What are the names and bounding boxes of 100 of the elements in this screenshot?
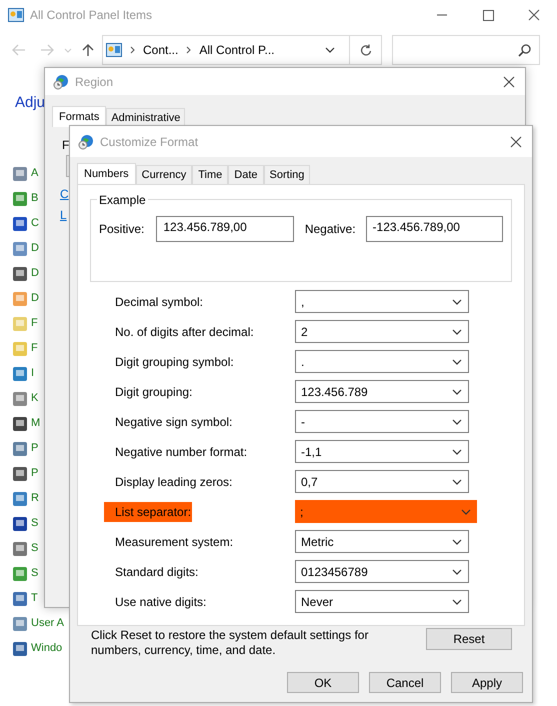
applet-link[interactable]: I — [31, 365, 34, 382]
positive-example-field: 123.456.789,00 — [156, 216, 294, 242]
applet-icon — [12, 466, 28, 482]
applet-icon — [12, 590, 28, 606]
dialog-button[interactable]: Cancel — [369, 672, 441, 693]
dropdown[interactable]: -1,1 — [295, 440, 469, 463]
dialog-button[interactable]: OK — [287, 672, 359, 693]
tab[interactable]: Currency — [136, 165, 192, 184]
dropdown[interactable]: 0123456789 — [295, 560, 469, 583]
applet-link[interactable]: S — [31, 515, 38, 532]
applet-link[interactable]: F — [31, 340, 38, 357]
applet-link[interactable]: D — [31, 290, 39, 307]
applet-link[interactable]: F — [31, 315, 38, 332]
dropdown[interactable]: 0,7 — [295, 470, 469, 493]
applet-icon — [12, 166, 28, 182]
dropdown[interactable]: - — [295, 410, 469, 433]
negative-example-field: -123.456.789,00 — [366, 216, 503, 242]
globe-icon — [78, 134, 94, 150]
applet-icon — [12, 440, 28, 456]
control-panel-icon — [106, 43, 122, 57]
applet-link[interactable]: M — [31, 415, 40, 432]
applet-icon — [12, 516, 28, 532]
applet-icon — [12, 640, 28, 656]
applet-icon — [12, 340, 28, 356]
setting-label: Decimal symbol: — [115, 294, 204, 310]
setting-label: Digit grouping symbol: — [115, 354, 235, 370]
address-dropdown-icon — [325, 47, 335, 53]
tab[interactable]: Sorting — [264, 165, 310, 184]
control-panel-icon — [8, 8, 24, 22]
applet-icon — [12, 216, 28, 232]
dialog-button[interactable]: Apply — [451, 672, 523, 693]
setting-label: List separator: — [104, 502, 192, 522]
dropdown[interactable]: . — [295, 350, 469, 373]
setting-label: Negative sign symbol: — [115, 414, 234, 430]
applet-link[interactable]: Windo — [31, 640, 62, 657]
applet-link[interactable]: User A — [31, 615, 64, 632]
applet-icon — [12, 316, 28, 332]
setting-label: Use native digits: — [115, 594, 208, 610]
applet-icon — [12, 290, 28, 306]
dialog-title: Customize Format — [100, 134, 198, 150]
applet-icon — [12, 540, 28, 556]
close-icon[interactable] — [510, 136, 522, 148]
dropdown[interactable]: , — [295, 290, 469, 313]
applet-link[interactable]: D — [31, 240, 39, 257]
breadcrumb[interactable]: All Control P... — [199, 41, 275, 59]
applet-link[interactable]: C — [31, 215, 39, 232]
applet-link[interactable]: S — [31, 565, 38, 582]
tab[interactable]: Time — [192, 165, 228, 184]
window-title: All Control Panel Items — [30, 7, 152, 24]
field-label: F — [62, 137, 70, 154]
applet-link[interactable]: A — [31, 165, 38, 182]
applet-icon — [12, 566, 28, 582]
breadcrumb-separator-icon — [186, 46, 192, 54]
setting-label: No. of digits after decimal: — [115, 324, 255, 340]
address-bar[interactable]: Cont... All Control P... — [102, 35, 382, 65]
applet-link[interactable]: D — [31, 265, 39, 282]
setting-label: Measurement system: — [115, 534, 234, 550]
close-icon[interactable] — [503, 76, 515, 88]
applet-icon — [12, 266, 28, 282]
dropdown[interactable]: 2 — [295, 320, 469, 343]
applet-icon — [12, 240, 28, 256]
tab[interactable]: Date — [228, 165, 264, 184]
page-heading: Adju — [15, 93, 46, 113]
field-label: Positive: — [99, 221, 144, 238]
reset-button[interactable]: Reset — [426, 628, 512, 650]
search-icon — [518, 44, 531, 56]
applet-link[interactable]: S — [31, 540, 38, 557]
tab[interactable]: Numbers — [77, 163, 136, 184]
setting-label: Negative number format: — [115, 444, 248, 460]
applet-icon — [12, 366, 28, 382]
applet-link[interactable]: T — [31, 590, 38, 607]
applet-link[interactable]: B — [31, 190, 38, 207]
applet-link[interactable]: K — [31, 390, 38, 407]
settings-link[interactable]: L — [60, 206, 69, 224]
dropdown[interactable]: 123.456.789 — [295, 380, 469, 403]
applet-icon — [12, 490, 28, 506]
reset-note: Click Reset to restore the system default settings for numbers, currency, time, and date. — [91, 628, 370, 658]
applet-icon — [12, 390, 28, 406]
applet-link[interactable]: R — [31, 490, 39, 507]
setting-label: Standard digits: — [115, 564, 200, 580]
globe-icon — [53, 74, 69, 90]
tab[interactable]: Formats — [52, 106, 106, 127]
applet-icon — [12, 190, 28, 206]
applet-icon — [12, 616, 28, 632]
setting-label: Display leading zeros: — [115, 474, 234, 490]
applet-link[interactable]: P — [31, 465, 38, 482]
settings-link[interactable]: C — [60, 185, 69, 203]
setting-label: Digit grouping: — [115, 384, 194, 400]
applet-link[interactable]: P — [31, 440, 38, 457]
dropdown[interactable]: ; — [295, 500, 477, 523]
breadcrumb[interactable]: Cont... — [143, 41, 178, 59]
dialog-title: Region — [75, 74, 114, 90]
search-field[interactable] — [392, 35, 540, 65]
dropdown[interactable]: Never — [295, 590, 469, 613]
field-label: Negative: — [304, 221, 356, 238]
refresh-icon — [360, 44, 372, 56]
up-arrow-icon[interactable] — [82, 43, 94, 57]
applet-icon — [12, 416, 28, 432]
breadcrumb-separator-icon — [130, 46, 135, 54]
dropdown[interactable]: Metric — [295, 530, 469, 553]
